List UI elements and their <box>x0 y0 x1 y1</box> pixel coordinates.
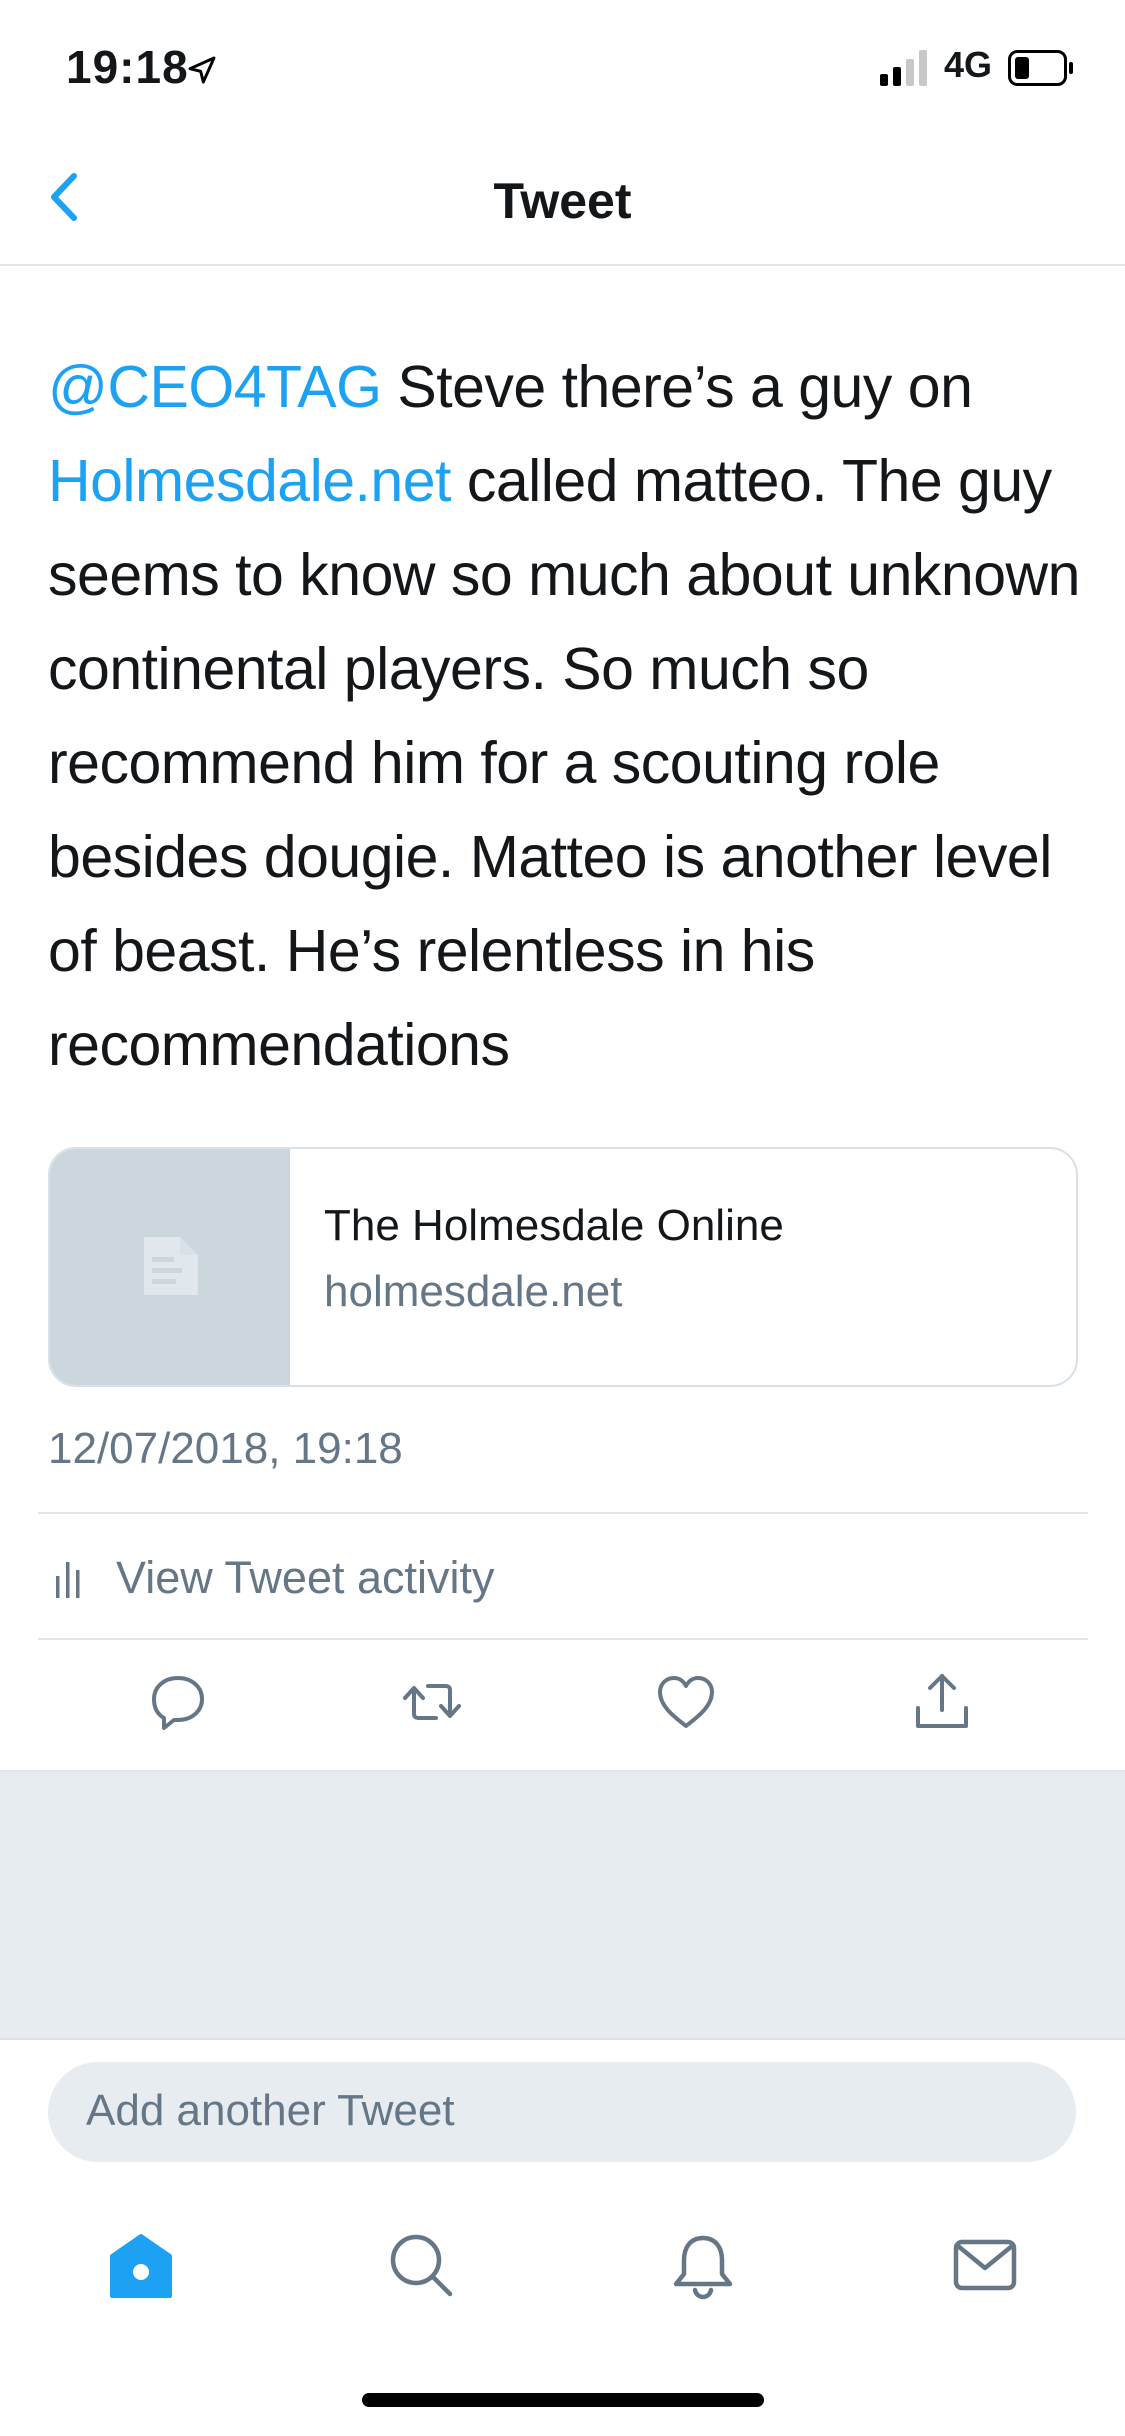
search-icon[interactable] <box>386 2230 456 2300</box>
location-arrow-icon <box>188 56 216 84</box>
tweet-timestamp: 12/07/2018, 19:18 <box>48 1424 403 1473</box>
signal-icon <box>880 50 927 86</box>
home-indicator[interactable] <box>362 2393 764 2407</box>
card-thumbnail <box>50 1149 290 1385</box>
like-icon[interactable] <box>654 1670 718 1734</box>
bar-chart-icon <box>56 1562 80 1598</box>
empty-replies-area <box>0 1770 1125 2040</box>
home-icon[interactable] <box>106 2230 176 2300</box>
network-label: 4G <box>944 44 993 85</box>
add-tweet-input[interactable]: Add another Tweet <box>48 2062 1076 2162</box>
retweet-icon[interactable] <box>400 1670 464 1734</box>
messages-icon[interactable] <box>950 2230 1020 2300</box>
page-title: Tweet <box>493 173 632 229</box>
tweet-text-part2: called matteo. The guy seems to know so … <box>48 448 1080 1078</box>
view-tweet-activity-label: View Tweet activity <box>116 1552 495 1603</box>
reply-icon[interactable] <box>146 1670 210 1734</box>
share-icon[interactable] <box>910 1670 974 1734</box>
battery-icon <box>1008 50 1073 86</box>
view-tweet-activity-button[interactable]: View Tweet activity <box>38 1514 1088 1640</box>
mention-link[interactable]: @CEO4TAG <box>48 354 382 420</box>
link-card[interactable]: The Holmesdale Online holmesdale.net <box>48 1147 1078 1387</box>
tweet-text: @CEO4TAG Steve there’s a guy on Holmesda… <box>48 340 1088 1092</box>
status-time: 19:18 <box>66 41 189 93</box>
card-domain: holmesdale.net <box>324 1267 623 1316</box>
document-icon <box>144 1237 198 1295</box>
notifications-icon[interactable] <box>668 2230 738 2300</box>
status-bar: 19:18 4G <box>0 0 1125 132</box>
nav-bar: Tweet <box>0 132 1125 266</box>
add-tweet-placeholder: Add another Tweet <box>86 2086 455 2135</box>
tab-bar <box>0 2210 1125 2320</box>
tweet-actions <box>0 1640 1125 1770</box>
tweet-text-part1: Steve there’s a guy on <box>381 354 973 420</box>
card-title: The Holmesdale Online <box>324 1201 784 1250</box>
tweet-link[interactable]: Holmesdale.net <box>48 448 451 514</box>
